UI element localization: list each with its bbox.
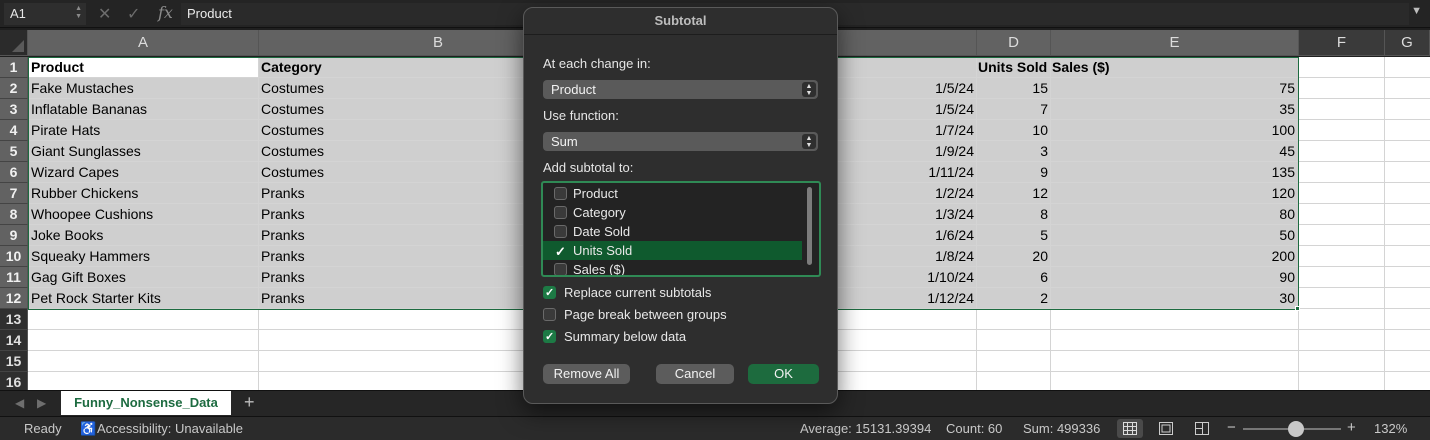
row-header-7[interactable]: 7 — [0, 183, 28, 204]
column-header-f[interactable]: F — [1299, 30, 1385, 56]
ready-status: Ready — [24, 421, 62, 436]
field-label: Category — [573, 205, 626, 220]
field-item-date-sold[interactable]: Date Sold — [543, 222, 802, 241]
row-header-14[interactable]: 14 — [0, 330, 28, 351]
chevron-updown-icon: ▲ ▼ — [802, 82, 816, 97]
row-header-11[interactable]: 11 — [0, 267, 28, 288]
column-header-e[interactable]: E — [1051, 30, 1299, 56]
field-item-sales[interactable]: Sales ($) — [543, 260, 802, 277]
page-break-view-button[interactable] — [1189, 419, 1215, 438]
excel-window: A1 ▲▼ ✕ ✓ fx Product ▼ A B C D E F G 123… — [0, 0, 1430, 440]
prev-sheet-icon[interactable]: ◀ — [15, 396, 24, 410]
field-checkbox[interactable] — [554, 225, 567, 238]
column-header-g[interactable]: G — [1385, 30, 1430, 56]
column-header-d[interactable]: D — [977, 30, 1051, 56]
row-header-9[interactable]: 9 — [0, 225, 28, 246]
zoom-out-button[interactable]: − — [1227, 419, 1236, 436]
option-page-break-between-groups[interactable]: Page break between groups — [543, 307, 727, 325]
row-header-1[interactable]: 1 — [0, 57, 28, 78]
zoom-in-button[interactable]: + — [1347, 419, 1356, 436]
subtotal-dialog: Subtotal At each change in: Product ▲ ▼ U… — [523, 7, 838, 404]
option-checkbox[interactable] — [543, 308, 556, 321]
count-stat[interactable]: Count: 60 — [946, 421, 1002, 436]
name-box[interactable]: A1 ▲ ▼ — [4, 3, 86, 25]
expand-formula-bar-icon[interactable]: ▼ — [1411, 5, 1422, 17]
cancel-entry-icon[interactable]: ✕ — [98, 4, 111, 24]
field-item-units-sold[interactable]: Units Sold — [543, 241, 802, 261]
ok-button[interactable]: OK — [748, 364, 819, 384]
name-box-value: A1 — [10, 6, 26, 21]
row-header-3[interactable]: 3 — [0, 99, 28, 120]
row-header-12[interactable]: 12 — [0, 288, 28, 309]
option-label: Summary below data — [564, 329, 687, 344]
normal-view-button[interactable] — [1117, 419, 1143, 438]
use-function-select[interactable]: Sum ▲ ▼ — [543, 132, 818, 151]
add-sheet-button[interactable]: + — [244, 392, 255, 413]
select-all-corner[interactable] — [0, 30, 28, 56]
field-checkbox[interactable] — [554, 242, 567, 261]
field-label: Product — [573, 186, 618, 201]
subtotal-fields-list[interactable]: Product Category Date Sold Units Sold Sales … — [541, 181, 821, 277]
row-header-2[interactable]: 2 — [0, 78, 28, 99]
row-header-5[interactable]: 5 — [0, 141, 28, 162]
field-label: Sales ($) — [573, 262, 626, 277]
cancel-button[interactable]: Cancel — [656, 364, 734, 384]
fill-handle[interactable] — [1295, 306, 1300, 311]
option-label: Replace current subtotals — [564, 285, 712, 300]
title-divider — [524, 34, 837, 35]
list-scrollbar[interactable] — [807, 187, 812, 265]
page-layout-icon — [1159, 422, 1173, 435]
zoom-level[interactable]: 132% — [1374, 421, 1407, 436]
option-summary-below-data[interactable]: Summary below data — [543, 329, 686, 347]
zoom-slider-thumb[interactable] — [1288, 421, 1304, 437]
field-checkbox[interactable] — [554, 187, 567, 200]
column-header-a[interactable]: A — [28, 30, 259, 56]
status-bar: Ready ♿ Accessibility: Unavailable Avera… — [0, 416, 1430, 440]
insert-function-icon[interactable]: fx — [158, 3, 173, 22]
page-break-icon — [1195, 422, 1209, 435]
row-header-15[interactable]: 15 — [0, 351, 28, 372]
chevron-updown-icon: ▲ ▼ — [802, 134, 816, 149]
add-subtotal-label: Add subtotal to: — [543, 160, 634, 175]
field-item-category[interactable]: Category — [543, 203, 802, 222]
field-checkbox[interactable] — [554, 263, 567, 275]
field-label: Date Sold — [573, 224, 631, 239]
row-header-10[interactable]: 10 — [0, 246, 28, 267]
change-in-label: At each change in: — [543, 56, 651, 71]
row-header-6[interactable]: 6 — [0, 162, 28, 183]
use-function-value: Sum — [551, 134, 578, 149]
sheet-tab-funny-nonsense-data[interactable]: Funny_Nonsense_Data — [61, 391, 231, 415]
normal-view-icon — [1123, 422, 1137, 435]
field-label: Units Sold — [573, 243, 633, 258]
field-checkbox[interactable] — [554, 206, 567, 219]
page-layout-view-button[interactable] — [1153, 419, 1179, 438]
dialog-title: Subtotal — [654, 13, 707, 28]
confirm-entry-icon[interactable]: ✓ — [127, 4, 140, 24]
next-sheet-icon[interactable]: ▶ — [37, 396, 46, 410]
row-header-13[interactable]: 13 — [0, 309, 28, 330]
option-checkbox[interactable] — [543, 285, 556, 301]
row-header-8[interactable]: 8 — [0, 204, 28, 225]
average-stat[interactable]: Average: 15131.39394 — [800, 421, 931, 436]
change-in-value: Product — [551, 82, 596, 97]
option-replace-current-subtotals[interactable]: Replace current subtotals — [543, 285, 711, 303]
option-label: Page break between groups — [564, 307, 727, 322]
row-header-4[interactable]: 4 — [0, 120, 28, 141]
remove-all-button[interactable]: Remove All — [543, 364, 630, 384]
accessibility-status[interactable]: Accessibility: Unavailable — [97, 421, 243, 436]
field-item-product[interactable]: Product — [543, 184, 802, 203]
option-checkbox[interactable] — [543, 329, 556, 345]
sum-stat[interactable]: Sum: 499336 — [1023, 421, 1100, 436]
accessibility-icon[interactable]: ♿ — [80, 421, 96, 437]
use-function-label: Use function: — [543, 108, 619, 123]
change-in-select[interactable]: Product ▲ ▼ — [543, 80, 818, 99]
name-box-stepper-icon[interactable]: ▲ ▼ — [75, 5, 82, 21]
